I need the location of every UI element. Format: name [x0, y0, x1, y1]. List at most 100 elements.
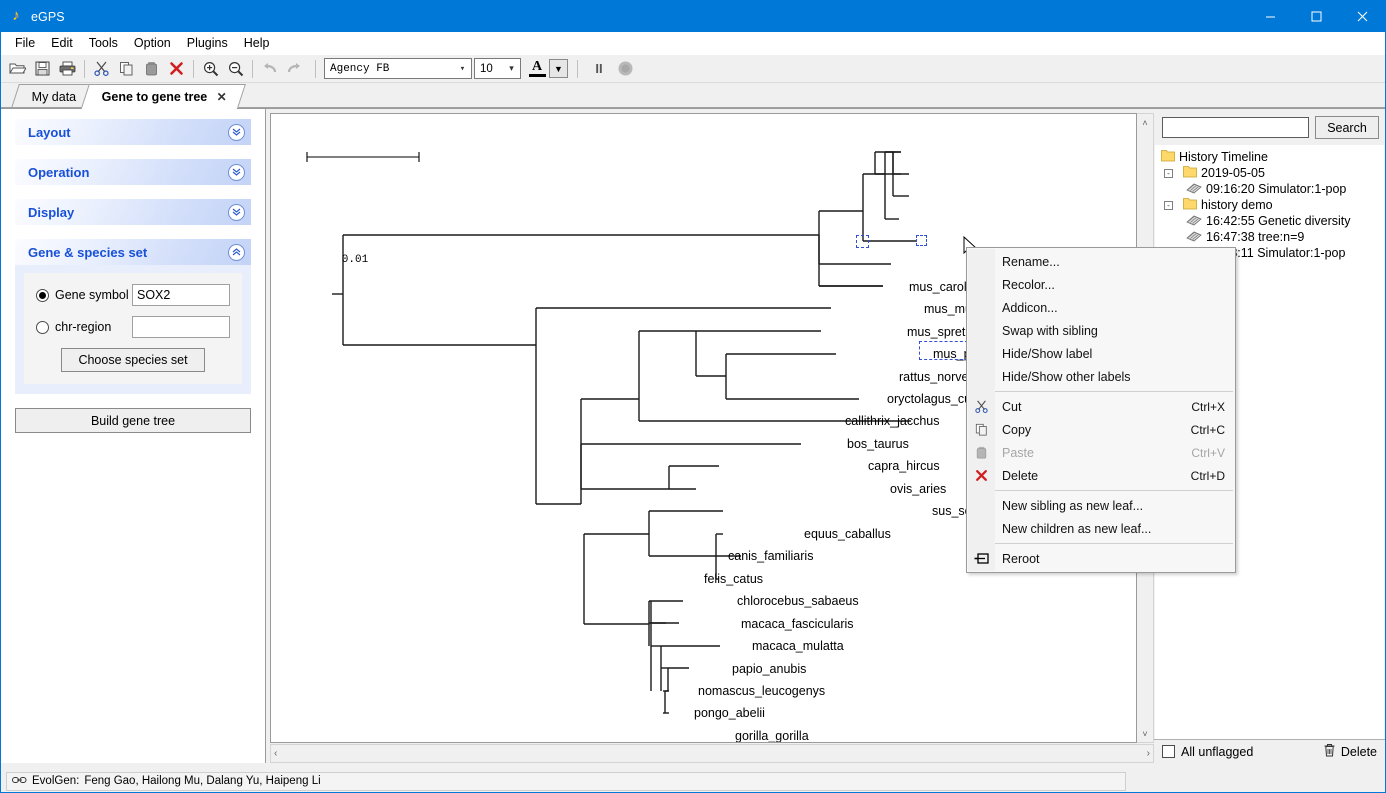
expander-collapse-icon[interactable]: -: [1164, 200, 1173, 210]
maximize-button[interactable]: [1293, 1, 1339, 32]
leaf-label-pongo-abelii[interactable]: pongo_abelii: [694, 707, 765, 720]
section-title: Gene & species set: [28, 244, 148, 260]
build-gene-tree-button[interactable]: Build gene tree: [15, 408, 251, 433]
sidebar-section-gene-species-set[interactable]: Gene & species set Gene symbol SOX2 chr-…: [15, 239, 251, 394]
paste-icon[interactable]: [139, 57, 164, 81]
print-icon[interactable]: [55, 57, 80, 81]
leaf-label-macaca-fascicularis[interactable]: macaca_fascicularis: [741, 618, 854, 631]
tree-node-tree-n9[interactable]: 16:47:38 tree:n=9: [1161, 229, 1384, 245]
chevron-down-icon[interactable]: [228, 163, 245, 181]
context-menu-item-new-children-as-new-leaf[interactable]: New children as new leaf...: [967, 517, 1235, 540]
font-size-select[interactable]: 10 ▾: [474, 58, 521, 79]
pause-button[interactable]: II: [586, 61, 612, 76]
context-menu-item-addicon[interactable]: Addicon...: [967, 296, 1235, 319]
chevron-up-icon[interactable]: [228, 243, 245, 261]
menu-option[interactable]: Option: [126, 33, 179, 53]
scroll-left-icon[interactable]: ‹: [274, 748, 277, 759]
tree-node-2019-05-05[interactable]: - 2019-05-05: [1161, 165, 1384, 181]
delete-icon[interactable]: [164, 57, 189, 81]
menu-help[interactable]: Help: [236, 33, 278, 53]
context-menu-item-delete[interactable]: Delete Ctrl+D: [967, 464, 1235, 487]
close-icon[interactable]: ✕: [217, 90, 227, 104]
selected-node-marker[interactable]: [856, 235, 869, 248]
leaf-label-ovis-aries[interactable]: ovis_aries: [890, 483, 946, 496]
context-menu-item-copy[interactable]: Copy Ctrl+C: [967, 418, 1235, 441]
search-input[interactable]: [1162, 117, 1309, 138]
cut-icon[interactable]: [89, 57, 114, 81]
stop-button[interactable]: [612, 61, 638, 76]
gene-symbol-input[interactable]: SOX2: [132, 284, 230, 306]
context-menu-item-new-sibling-as-new-leaf[interactable]: New sibling as new leaf...: [967, 494, 1235, 517]
context-menu-item-swap-with-sibling[interactable]: Swap with sibling: [967, 319, 1235, 342]
leaf-label-papio-anubis[interactable]: papio_anubis: [732, 663, 806, 676]
scroll-right-icon[interactable]: ›: [1147, 748, 1150, 759]
section-header[interactable]: Gene & species set: [15, 239, 251, 265]
menu-file[interactable]: File: [7, 33, 43, 53]
menu-tools[interactable]: Tools: [81, 33, 126, 53]
menu-item-shortcut: Ctrl+D: [1190, 468, 1225, 483]
undo-icon[interactable]: [257, 57, 282, 81]
sidebar-section-operation[interactable]: Operation: [15, 159, 251, 185]
context-menu-separator: [995, 543, 1233, 544]
expander-collapse-icon[interactable]: -: [1164, 168, 1173, 178]
search-button[interactable]: Search: [1315, 116, 1379, 139]
font-family-select[interactable]: Agency FB ▾: [324, 58, 472, 79]
leaf-label-felis-catus[interactable]: felis_catus: [704, 573, 763, 586]
close-button[interactable]: [1339, 1, 1385, 32]
leaf-label-canis-familiaris[interactable]: canis_familiaris: [728, 550, 813, 563]
leaf-label-chlorocebus-sabaeus[interactable]: chlorocebus_sabaeus: [737, 595, 859, 608]
context-menu-item-hide-show-label[interactable]: Hide/Show label: [967, 342, 1235, 365]
tree-node-genetic-diversity[interactable]: 16:42:55 Genetic diversity: [1161, 213, 1384, 229]
chr-region-row: chr-region: [36, 316, 230, 338]
leaf-label-capra-hircus[interactable]: capra_hircus: [868, 460, 940, 473]
context-menu-item-recolor[interactable]: Recolor...: [967, 273, 1235, 296]
context-menu-item-reroot[interactable]: Reroot: [967, 547, 1235, 570]
context-menu-item-rename[interactable]: Rename...: [967, 250, 1235, 273]
zoom-out-icon[interactable]: [223, 57, 248, 81]
delete-history-button[interactable]: Delete: [1341, 745, 1377, 759]
node-context-menu[interactable]: Rename... Recolor... Addicon... Swap wit…: [966, 247, 1236, 573]
chevron-down-icon[interactable]: [228, 123, 245, 141]
all-unflagged-label: All unflagged: [1181, 744, 1254, 759]
zoom-in-icon[interactable]: [198, 57, 223, 81]
menu-plugins[interactable]: Plugins: [179, 33, 236, 53]
sidebar-section-display[interactable]: Display: [15, 199, 251, 225]
scroll-down-icon[interactable]: ˅: [1137, 725, 1154, 742]
tree-node-history-demo[interactable]: - history demo: [1161, 197, 1384, 213]
section-header[interactable]: Display: [15, 199, 251, 225]
chr-region-label: chr-region: [55, 320, 112, 334]
copy-icon[interactable]: [114, 57, 139, 81]
chr-region-input[interactable]: [132, 316, 230, 338]
canvas-horizontal-scrollbar[interactable]: ‹ ›: [270, 744, 1154, 763]
leaf-label-gorilla-gorilla[interactable]: gorilla_gorilla: [735, 730, 809, 742]
leaf-label-callithrix-jacchus[interactable]: callithrix_jacchus: [845, 415, 939, 428]
gene-symbol-radio[interactable]: [36, 288, 49, 302]
all-unflagged-checkbox[interactable]: [1162, 745, 1175, 758]
menu-edit[interactable]: Edit: [43, 33, 81, 53]
sidebar-section-layout[interactable]: Layout: [15, 119, 251, 145]
choose-species-set-button[interactable]: Choose species set: [61, 348, 205, 372]
leaf-label-bos-taurus[interactable]: bos_taurus: [847, 438, 909, 451]
open-icon[interactable]: [5, 57, 30, 81]
tree-node-label: 09:16:20 Simulator:1-pop: [1206, 182, 1347, 196]
leaf-label-equus-caballus[interactable]: equus_caballus: [804, 528, 891, 541]
context-menu-item-hide-show-other-labels[interactable]: Hide/Show other labels: [967, 365, 1235, 388]
font-color-button[interactable]: A ▼: [524, 58, 569, 79]
selected-leaf-node-marker[interactable]: [916, 235, 927, 246]
context-menu-item-cut[interactable]: Cut Ctrl+X: [967, 395, 1235, 418]
tab-gene-to-gene-tree[interactable]: Gene to gene tree ✕: [81, 84, 247, 108]
font-color-dropdown[interactable]: ▼: [549, 59, 568, 78]
tree-node-history-timeline[interactable]: History Timeline: [1161, 149, 1384, 165]
chevron-down-icon[interactable]: [228, 203, 245, 221]
redo-icon[interactable]: [282, 57, 307, 81]
tree-node-simulator-1-pop-0916[interactable]: 09:16:20 Simulator:1-pop: [1161, 181, 1384, 197]
save-icon[interactable]: [30, 57, 55, 81]
scroll-up-icon[interactable]: ˄: [1137, 114, 1154, 131]
leaf-label-mus-caroli[interactable]: mus_caroli: [909, 281, 969, 294]
section-header[interactable]: Operation: [15, 159, 251, 185]
section-header[interactable]: Layout: [15, 119, 251, 145]
minimize-button[interactable]: [1247, 1, 1293, 32]
leaf-label-macaca-mulatta[interactable]: macaca_mulatta: [752, 640, 844, 653]
chr-region-radio[interactable]: [36, 320, 49, 334]
leaf-label-nomascus-leucogenys[interactable]: nomascus_leucogenys: [698, 685, 825, 698]
